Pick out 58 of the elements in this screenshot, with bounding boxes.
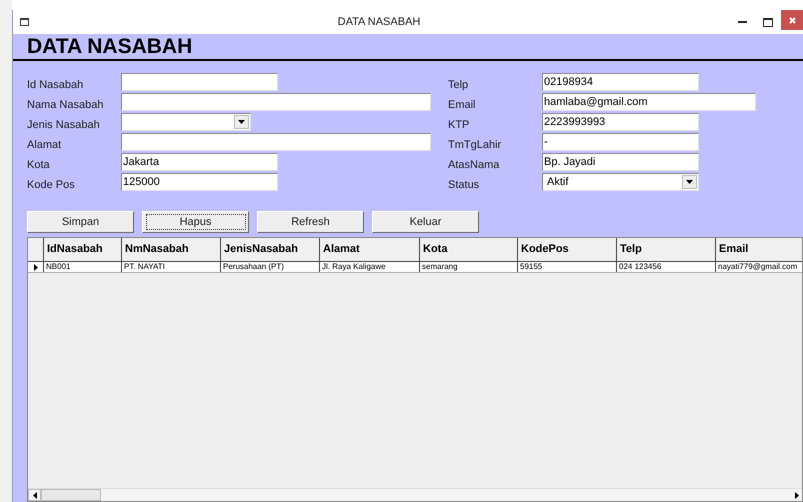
input-field[interactable]: 02198934: [542, 73, 699, 91]
input-field[interactable]: hamlaba@gmail.com: [542, 93, 756, 111]
column-header[interactable]: NmNasabah: [122, 238, 221, 261]
form-button[interactable]: Keluar: [372, 211, 479, 233]
form-button[interactable]: Refresh: [257, 211, 364, 233]
horizontal-scrollbar[interactable]: [28, 488, 802, 501]
app-icon: [20, 18, 29, 26]
table-cell: nayati779@gmail.com: [716, 262, 802, 272]
left-arrow-icon: [32, 492, 36, 498]
form-button[interactable]: Simpan: [27, 211, 134, 233]
field-label: Email: [448, 98, 477, 113]
input-field[interactable]: 125000: [121, 173, 278, 191]
field-label: Alamat: [27, 138, 62, 153]
dropdown[interactable]: Aktif: [542, 173, 699, 191]
input-field[interactable]: [121, 73, 278, 91]
field-label: Nama Nasabah: [27, 98, 104, 113]
dropdown-value: Aktif: [546, 176, 570, 188]
window-title: DATA NASABAH: [336, 14, 422, 30]
table-cell: Perusahaan (PT): [221, 262, 320, 272]
dropdown[interactable]: [121, 113, 251, 131]
column-header[interactable]: JenisNasabah: [221, 238, 320, 261]
close-icon: [788, 16, 796, 24]
maximize-icon: [763, 18, 773, 26]
table-cell: 59155: [518, 262, 617, 272]
column-header[interactable]: Alamat: [320, 238, 420, 261]
input-field[interactable]: Jakarta: [121, 153, 278, 171]
field-label: Id Nasabah: [27, 78, 84, 93]
column-header[interactable]: Telp: [617, 238, 716, 261]
table-cell: 024 123456: [617, 262, 716, 272]
form-heading: DATA NASABAH: [27, 36, 192, 57]
column-header[interactable]: Email: [716, 238, 802, 261]
table-cell: Jl. Raya Kaligawe: [320, 262, 420, 272]
field-label: AtasNama: [448, 158, 500, 173]
field-label: Status: [448, 178, 480, 193]
field-label: Kota: [27, 158, 51, 173]
dropdown-arrow-icon: [238, 120, 245, 124]
field-label: Kode Pos: [27, 178, 76, 193]
input-field[interactable]: 2223993993: [542, 113, 699, 131]
column-header[interactable]: KodePos: [518, 238, 617, 261]
close-button[interactable]: [781, 10, 803, 30]
field-label: KTP: [448, 118, 470, 133]
column-header[interactable]: Kota: [420, 238, 518, 261]
input-field[interactable]: [121, 93, 431, 111]
form-button[interactable]: Hapus: [142, 211, 249, 233]
field-label: Telp: [448, 78, 470, 93]
minimize-icon: [738, 21, 746, 23]
column-header[interactable]: IdNasabah: [44, 238, 122, 261]
table-cell: semarang: [420, 262, 518, 272]
table-cell: PT. NAYATI: [122, 262, 221, 272]
dropdown-arrow-icon: [686, 180, 693, 184]
input-field[interactable]: -: [542, 133, 699, 151]
table-cell: NB001: [44, 262, 122, 272]
right-arrow-icon: [795, 492, 799, 498]
scrollbar-thumb[interactable]: [41, 489, 101, 501]
field-label: TmTgLahir: [448, 138, 502, 153]
field-label: Jenis Nasabah: [27, 118, 101, 133]
input-field[interactable]: [121, 133, 431, 151]
input-field[interactable]: Bp. Jayadi: [542, 153, 699, 171]
